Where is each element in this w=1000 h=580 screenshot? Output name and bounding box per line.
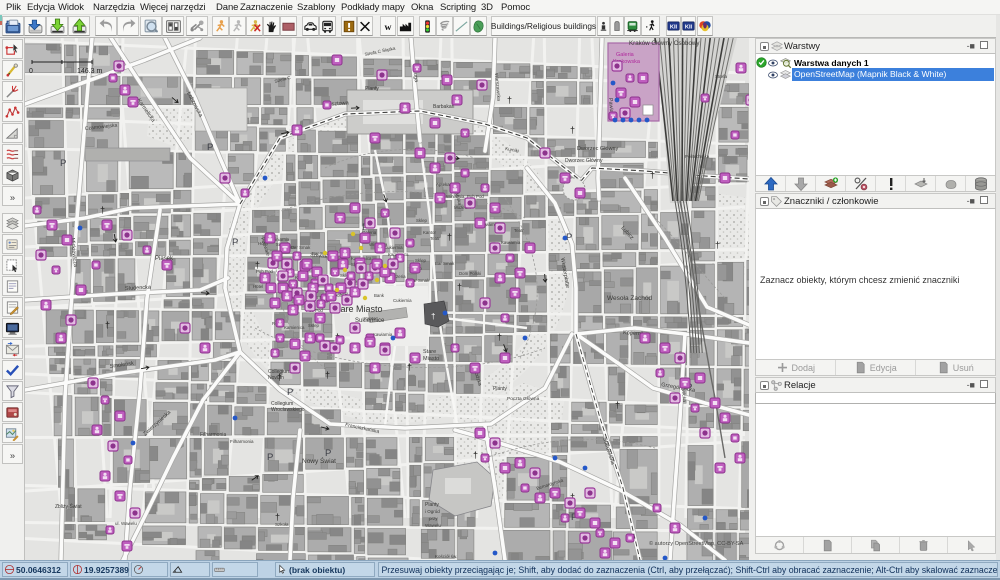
svg-text:Kantor: Kantor — [364, 316, 377, 321]
svg-text:Kawiarnia: Kawiarnia — [373, 332, 393, 337]
svg-text:P: P — [287, 387, 293, 398]
svg-text:†: † — [615, 400, 620, 410]
svg-text:†: † — [325, 370, 330, 380]
svg-text:w: w — [385, 22, 392, 33]
svg-text:»: » — [10, 450, 15, 460]
svg-text:Winiarnia: Winiarnia — [446, 194, 465, 199]
svg-text:Galeria: Galeria — [616, 52, 635, 58]
svg-text:Sklep: Sklep — [308, 323, 320, 328]
svg-text:†: † — [105, 320, 110, 330]
svg-text:P: P — [325, 448, 331, 459]
svg-text:Filharmonia: Filharmonia — [200, 432, 226, 438]
svg-text:Kawiarnia: Kawiarnia — [501, 240, 521, 245]
svg-text:Sklep: Sklep — [416, 218, 428, 223]
svg-text:†: † — [715, 240, 720, 250]
svg-text:Kraków Główny Osobowy: Kraków Główny Osobowy — [629, 40, 700, 47]
svg-text:†: † — [431, 312, 435, 321]
svg-text:Cukiernia: Cukiernia — [393, 298, 412, 303]
svg-text:Planty: Planty — [365, 86, 379, 92]
svg-text:Bar Smak: Bar Smak — [435, 261, 455, 266]
svg-text:i Ogród: i Ogród — [425, 509, 440, 514]
svg-text:Wesoła Zachód: Wesoła Zachód — [607, 295, 652, 302]
svg-text:Bank: Bank — [374, 293, 385, 298]
svg-text:Barbakan: Barbakan — [433, 104, 455, 110]
svg-text:P: P — [207, 142, 213, 153]
svg-text:Kościół św.: Kościół św. — [435, 554, 457, 559]
svg-text:†: † — [457, 282, 462, 292]
svg-text:†: † — [497, 332, 502, 342]
svg-text:†: † — [473, 450, 478, 460]
svg-text:»: » — [10, 192, 15, 202]
svg-text:P: P — [267, 452, 273, 463]
svg-text:Sklep: Sklep — [415, 258, 427, 263]
svg-text:Kamienica: Kamienica — [284, 325, 305, 330]
svg-text:†: † — [570, 125, 575, 135]
svg-text:Hotel: Hotel — [253, 284, 263, 289]
svg-text:P: P — [60, 158, 66, 169]
svg-text:Dom Polski: Dom Polski — [459, 271, 481, 276]
svg-text:Kantor: Kantor — [423, 230, 436, 235]
svg-text:Planty: Planty — [425, 502, 439, 508]
svg-text:Strefa: Strefa — [715, 74, 728, 79]
svg-text:Dworzec Główny: Dworzec Główny — [565, 158, 603, 164]
svg-text:Szkoła: Szkoła — [275, 522, 289, 527]
svg-text:Teatr: Teatr — [430, 236, 440, 241]
svg-text:†: † — [407, 362, 412, 372]
svg-text:Wawelu: Wawelu — [425, 523, 441, 528]
svg-text:Stare: Stare — [423, 349, 436, 355]
svg-text:KII: KII — [670, 24, 678, 30]
svg-text:146.3 m: 146.3 m — [77, 68, 102, 75]
svg-text:ul. Wawelu: ul. Wawelu — [115, 521, 137, 526]
svg-text:0: 0 — [29, 68, 33, 75]
svg-text:†: † — [507, 95, 512, 105]
svg-text:Planty: Planty — [493, 386, 507, 392]
svg-text:Teatr: Teatr — [514, 228, 524, 233]
svg-text:†: † — [100, 205, 105, 215]
svg-text:KII: KII — [685, 24, 693, 30]
svg-text:przy: przy — [429, 516, 438, 521]
svg-text:© autorzy OpenStreetMap, CC-BY: © autorzy OpenStreetMap, CC-BY-SA — [649, 540, 744, 547]
svg-text:Zbliży Świat: Zbliży Świat — [55, 502, 82, 510]
svg-text:†: † — [277, 372, 282, 382]
svg-text:†: † — [447, 232, 452, 242]
svg-text:Poczta Główna: Poczta Główna — [507, 396, 540, 402]
svg-text:†: † — [275, 512, 280, 522]
svg-text:Politechnika: Politechnika — [685, 154, 710, 159]
svg-text:Miasto: Miasto — [423, 356, 439, 362]
svg-text:Dworzec Główny: Dworzec Główny — [577, 146, 619, 152]
svg-text:Apteka: Apteka — [436, 182, 450, 187]
svg-text:Wrocławskiego: Wrocławskiego — [271, 407, 305, 413]
svg-text:†: † — [650, 170, 655, 180]
svg-text:Filharmonia: Filharmonia — [230, 439, 254, 444]
svg-text:P: P — [232, 237, 238, 248]
